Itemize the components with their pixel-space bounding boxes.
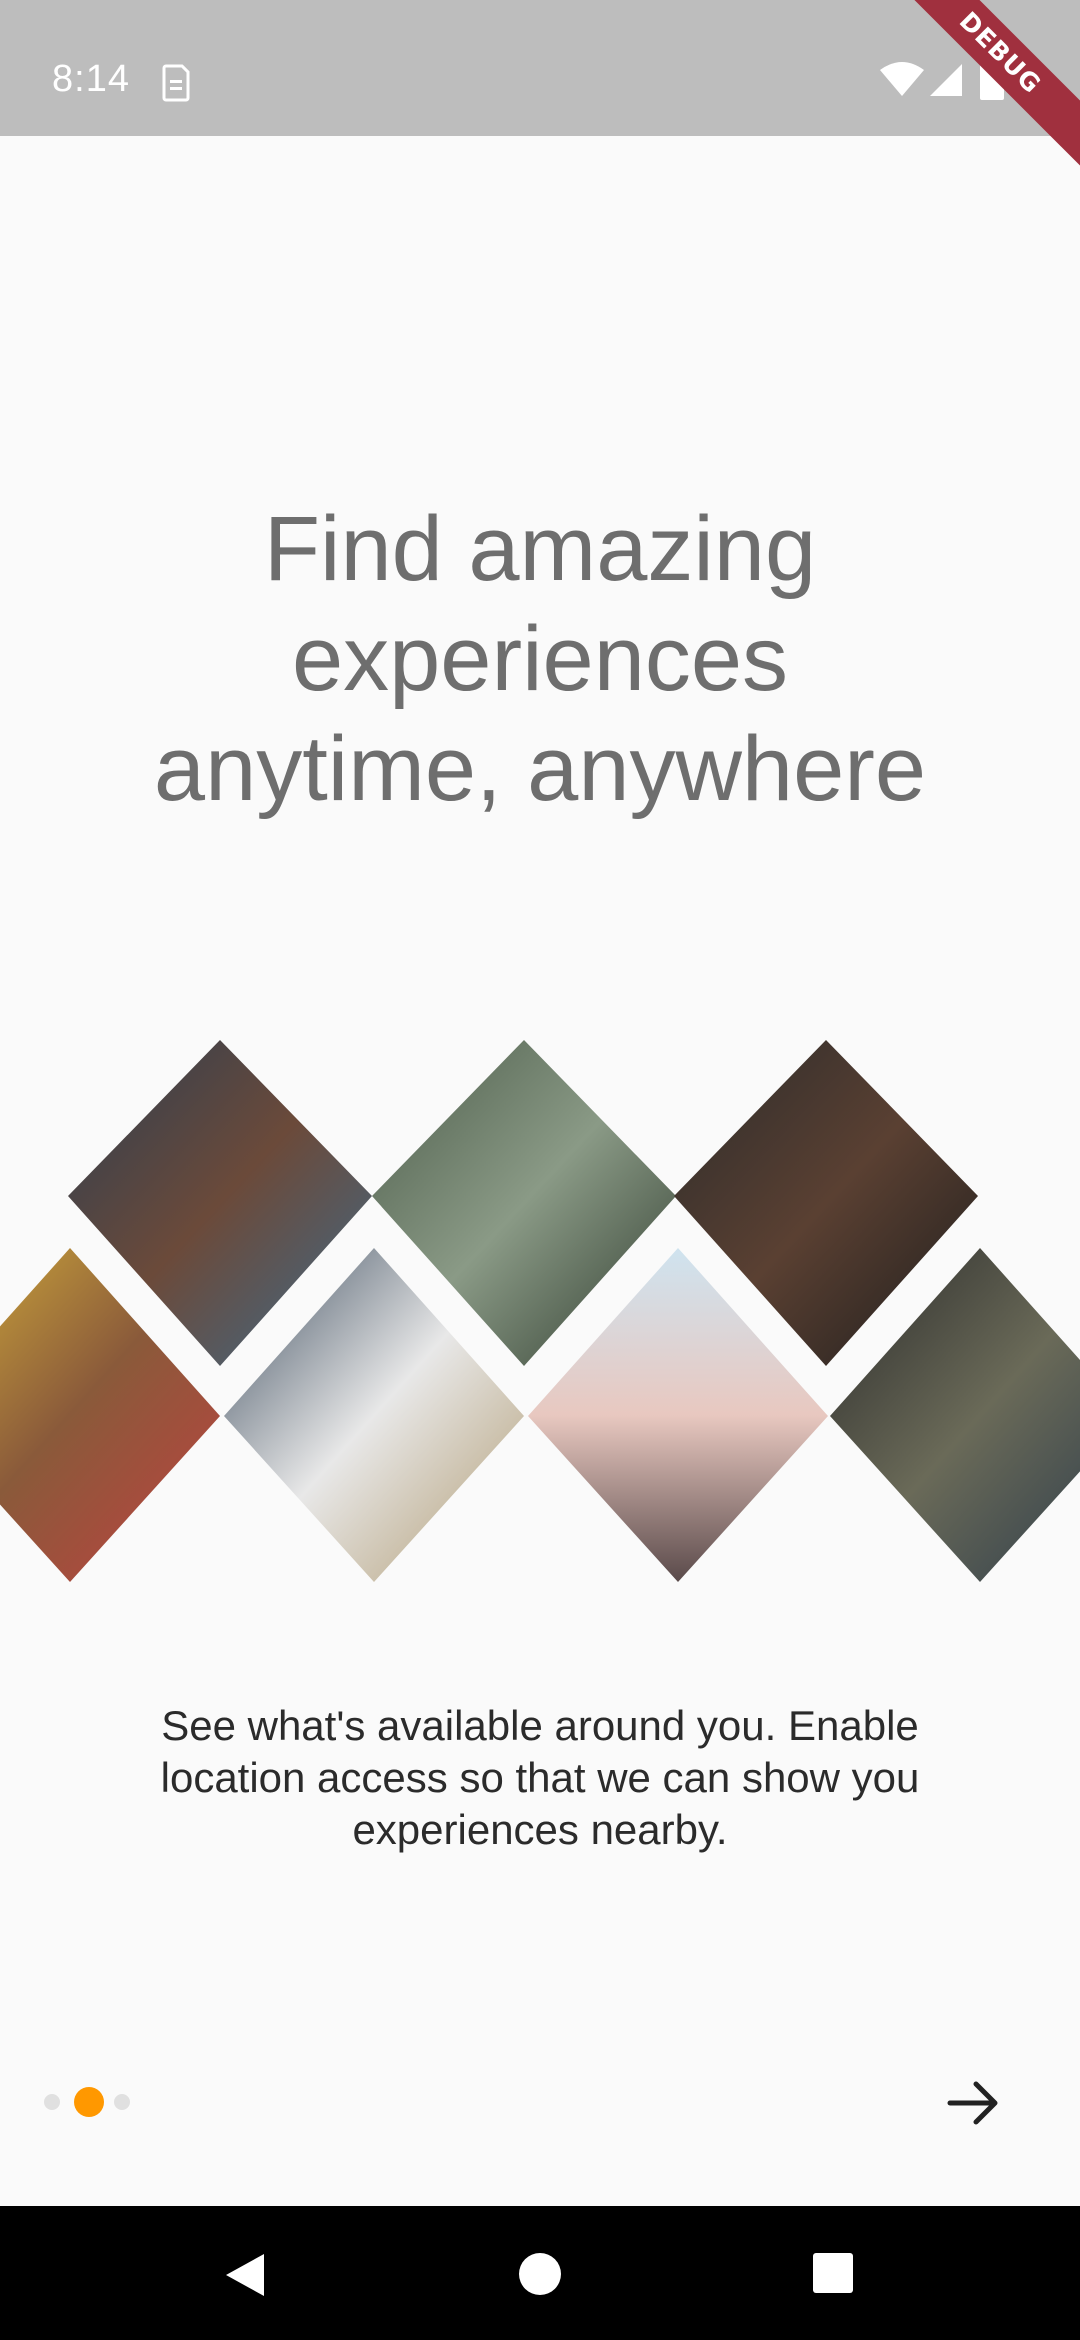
status-time: 8:14 [52, 58, 130, 100]
cellular-signal-icon [930, 64, 962, 96]
onboarding-description: See what's available around you. Enable … [160, 1702, 920, 1853]
system-nav-bar [0, 2206, 1080, 2340]
back-icon[interactable] [222, 2252, 268, 2298]
page-dot-2-active[interactable] [74, 2087, 104, 2117]
experience-photo-collage [0, 1040, 1080, 1582]
recent-apps-icon[interactable] [812, 2252, 854, 2294]
onboarding-screen: 8:14 DEBUG Find amazing experiences anyt… [0, 0, 1080, 2340]
page-dot-1[interactable] [44, 2094, 60, 2110]
onboarding-headline: Find amazing experiences anytime, anywhe… [153, 498, 927, 820]
arrow-right-icon [947, 2081, 998, 2125]
home-icon[interactable] [518, 2252, 562, 2296]
sim-card-icon [162, 64, 190, 102]
page-dot-3[interactable] [114, 2094, 130, 2110]
status-bar: 8:14 DEBUG [0, 0, 1080, 176]
next-button[interactable] [940, 2070, 1006, 2136]
wifi-icon [880, 62, 924, 96]
